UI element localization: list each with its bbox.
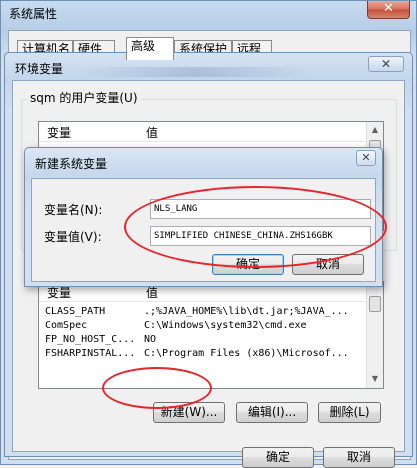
variable-name-input[interactable]: NLS_LANG: [150, 199, 371, 219]
user-col-variable[interactable]: 变量: [47, 124, 71, 141]
environment-variables-close-button[interactable]: ✕: [368, 56, 404, 72]
system-variables-list[interactable]: 变量 值 CLASS_PATH .;%JAVA_HOME%\lib\dt.jar…: [38, 281, 384, 389]
variable-value-input[interactable]: SIMPLIFIED CHINESE_CHINA.ZHS16GBK: [150, 226, 371, 246]
scroll-thumb[interactable]: [369, 296, 381, 312]
user-variables-label: sqm 的用户变量(U): [27, 89, 141, 106]
user-list-header: 变量 值: [39, 122, 366, 142]
variable-name: ComSpec: [45, 320, 88, 331]
tab-advanced[interactable]: 高级: [126, 37, 174, 60]
new-button[interactable]: 新建(W)...: [153, 402, 225, 423]
system-properties-title: 系统属性: [9, 7, 58, 21]
variable-name: FSHARPINSTAL...: [45, 348, 136, 359]
blurred-title-region: [75, 67, 315, 77]
variable-value: .;%JAVA_HOME%\lib\dt.jar;%JAVA_...: [144, 306, 349, 317]
table-row[interactable]: ComSpec C:\Windows\system32\cmd.exe: [39, 320, 366, 333]
new-variable-close-button[interactable]: ✕: [356, 150, 376, 166]
table-row[interactable]: CLASS_PATH .;%JAVA_HOME%\lib\dt.jar;%JAV…: [39, 306, 366, 319]
variable-value: C:\Windows\system32\cmd.exe: [144, 320, 307, 331]
table-row[interactable]: FSHARPINSTAL... C:\Program Files (x86)\M…: [39, 348, 366, 361]
system-properties-close-button[interactable]: ✕: [367, 1, 410, 19]
variable-value: NO: [144, 334, 157, 345]
user-col-value[interactable]: 值: [146, 124, 158, 141]
edit-button[interactable]: 编辑(I)...: [236, 402, 308, 423]
new-variable-cancel-button[interactable]: 取消: [292, 254, 364, 275]
new-variable-ok-button[interactable]: 确定: [212, 254, 284, 275]
scroll-up-icon[interactable]: ▲: [368, 123, 382, 137]
variable-name-label: 变量名(N):: [44, 203, 103, 217]
delete-button[interactable]: 删除(L): [318, 402, 381, 423]
new-system-variable-client: 变量名(N): NLS_LANG 变量值(V): SIMPLIFIED CHIN…: [31, 178, 376, 282]
variable-value: C:\Program Files (x86)\Microsof...: [144, 348, 349, 359]
environment-variables-title: 环境变量: [15, 62, 64, 76]
variable-value-label: 变量值(V):: [44, 230, 102, 244]
new-system-variable-dialog: 新建系统变量 ✕ 变量名(N): NLS_LANG 变量值(V): SIMPLI…: [24, 147, 383, 287]
new-system-variable-title: 新建系统变量: [35, 157, 108, 171]
variable-name: FP_NO_HOST_C...: [45, 334, 136, 345]
table-row[interactable]: FP_NO_HOST_C... NO: [39, 334, 366, 347]
system-list-scrollbar[interactable]: ▼: [366, 282, 383, 388]
variable-name: CLASS_PATH: [45, 306, 106, 317]
scroll-down-icon[interactable]: ▼: [368, 372, 382, 386]
